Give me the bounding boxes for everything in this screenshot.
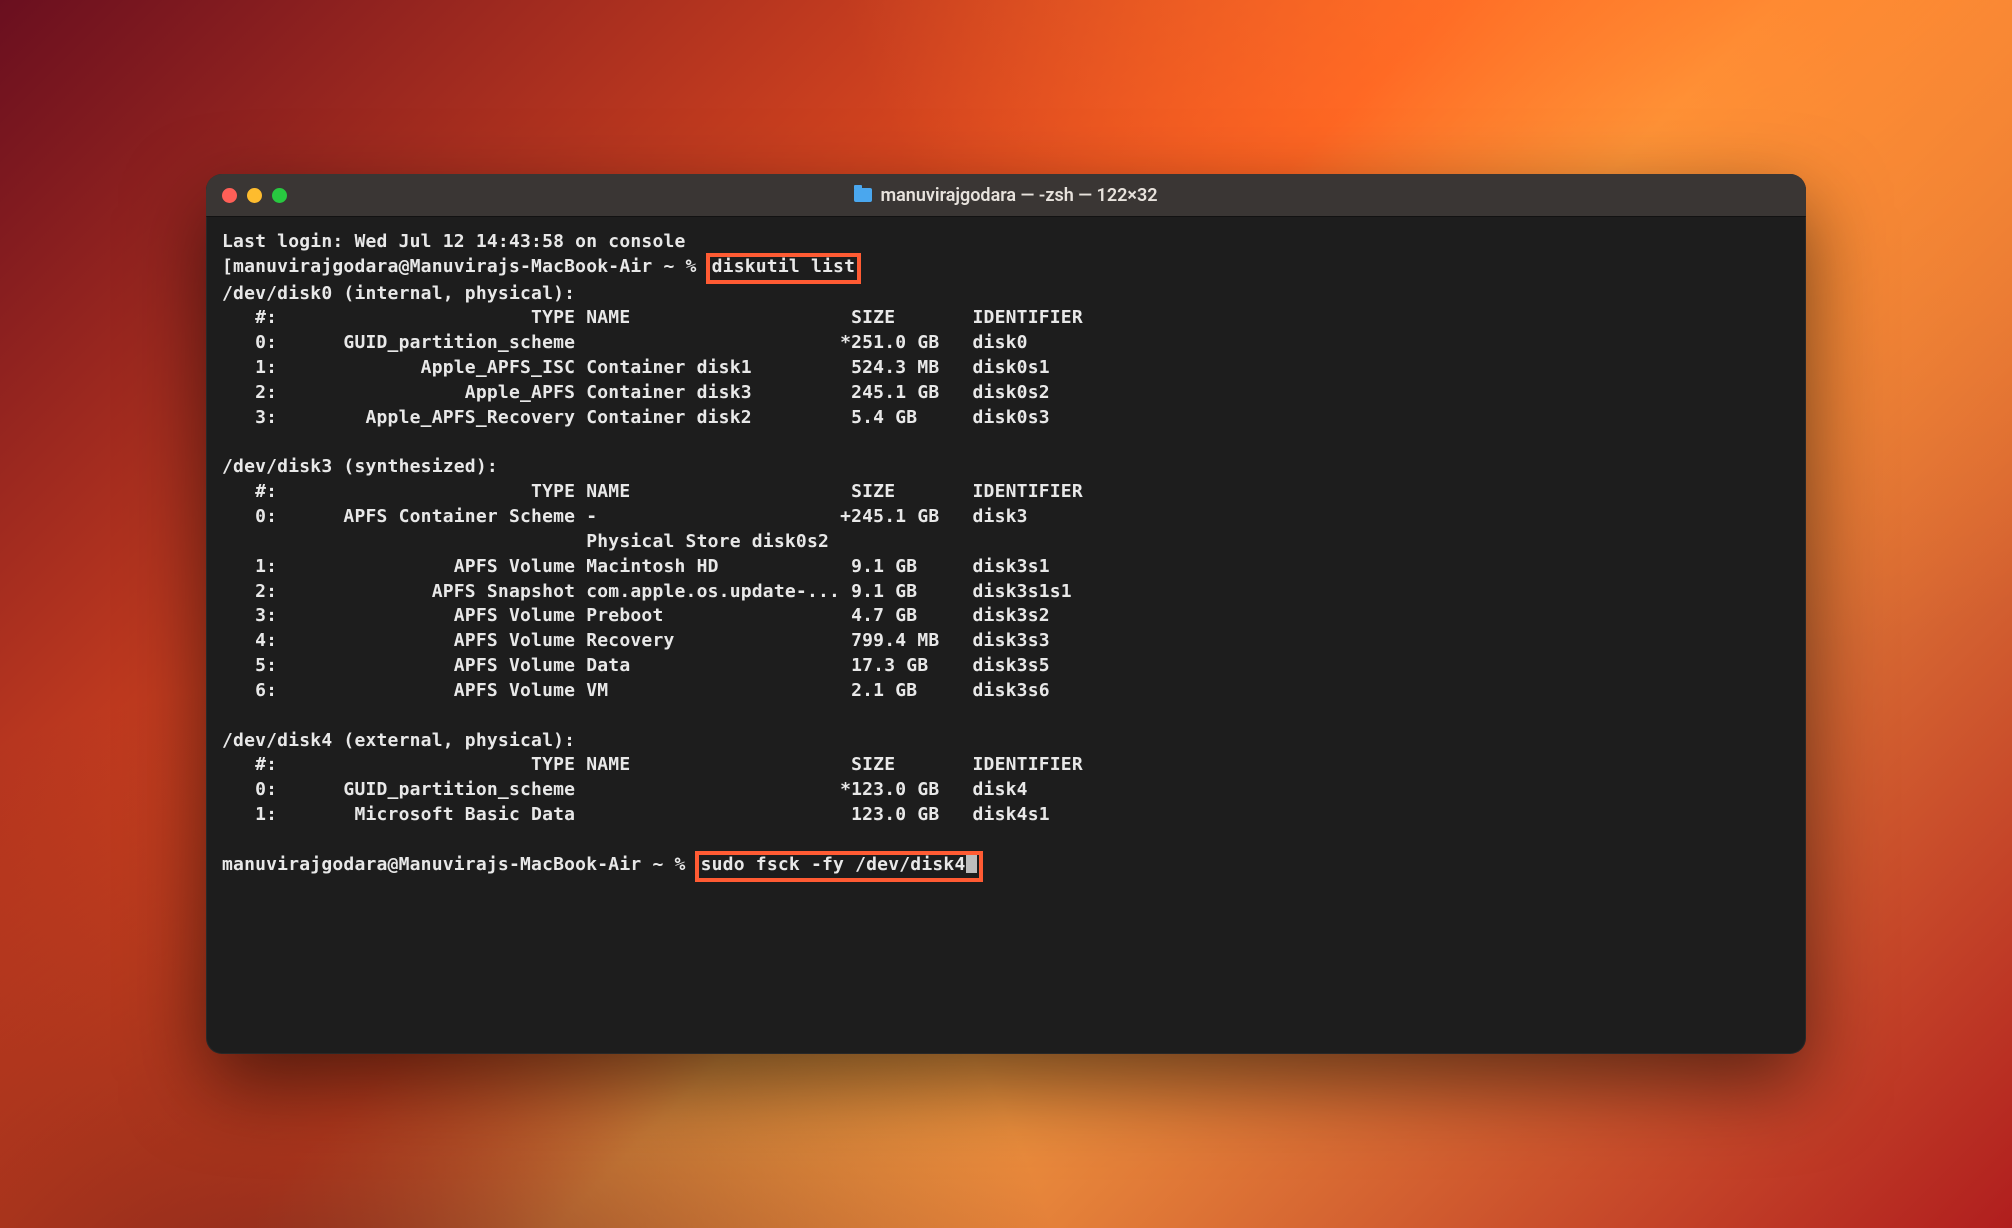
window-title-text: manuvirajgodara — -zsh — 122×32: [880, 185, 1157, 206]
terminal-window: manuvirajgodara — -zsh — 122×32 Last log…: [206, 174, 1806, 1054]
titlebar[interactable]: manuvirajgodara — -zsh — 122×32: [206, 174, 1806, 216]
disk3-row: 4: APFS Volume Recovery 799.4 MB disk3s3: [222, 630, 1050, 651]
prompt-1-prefix: [manuvirajgodara@Manuvirajs-MacBook-Air …: [222, 256, 708, 277]
text-cursor: [966, 853, 977, 873]
disk4-columns: #: TYPE NAME SIZE IDENTIFIER: [222, 754, 1083, 775]
disk0-row: 1: Apple_APFS_ISC Container disk1 524.3 …: [222, 357, 1050, 378]
disk4-row: 1: Microsoft Basic Data 123.0 GB disk4s1: [222, 804, 1050, 825]
disk3-columns: #: TYPE NAME SIZE IDENTIFIER: [222, 481, 1083, 502]
disk4-header: /dev/disk4 (external, physical):: [222, 730, 575, 751]
disk3-row: 5: APFS Volume Data 17.3 GB disk3s5: [222, 655, 1050, 676]
prompt-2-prefix: manuvirajgodara@Manuvirajs-MacBook-Air ~…: [222, 854, 697, 875]
disk3-row: 2: APFS Snapshot com.apple.os.update-...…: [222, 581, 1072, 602]
disk0-columns: #: TYPE NAME SIZE IDENTIFIER: [222, 307, 1083, 328]
command-2-text: sudo fsck -fy /dev/disk4: [701, 854, 966, 875]
last-login-line: Last login: Wed Jul 12 14:43:58 on conso…: [222, 231, 686, 252]
disk3-row: 1: APFS Volume Macintosh HD 9.1 GB disk3…: [222, 556, 1050, 577]
disk3-header: /dev/disk3 (synthesized):: [222, 456, 498, 477]
disk3-row: 0: APFS Container Scheme - +245.1 GB dis…: [222, 506, 1028, 527]
disk0-row: 0: GUID_partition_scheme *251.0 GB disk0: [222, 332, 1028, 353]
disk4-row: 0: GUID_partition_scheme *123.0 GB disk4: [222, 779, 1028, 800]
disk0-row: 3: Apple_APFS_Recovery Container disk2 5…: [222, 407, 1050, 428]
disk3-row: 3: APFS Volume Preboot 4.7 GB disk3s2: [222, 605, 1050, 626]
window-title: manuvirajgodara — -zsh — 122×32: [206, 185, 1806, 206]
highlighted-command-2: sudo fsck -fy /dev/disk4: [697, 853, 982, 880]
terminal-viewport[interactable]: Last login: Wed Jul 12 14:43:58 on conso…: [206, 216, 1806, 1054]
disk3-row: Physical Store disk0s2: [222, 531, 829, 552]
highlighted-command-1: diskutil list: [708, 255, 859, 282]
folder-icon: [854, 188, 872, 202]
disk0-header: /dev/disk0 (internal, physical):: [222, 283, 575, 304]
disk3-row: 6: APFS Volume VM 2.1 GB disk3s6: [222, 680, 1050, 701]
disk0-row: 2: Apple_APFS Container disk3 245.1 GB d…: [222, 382, 1050, 403]
